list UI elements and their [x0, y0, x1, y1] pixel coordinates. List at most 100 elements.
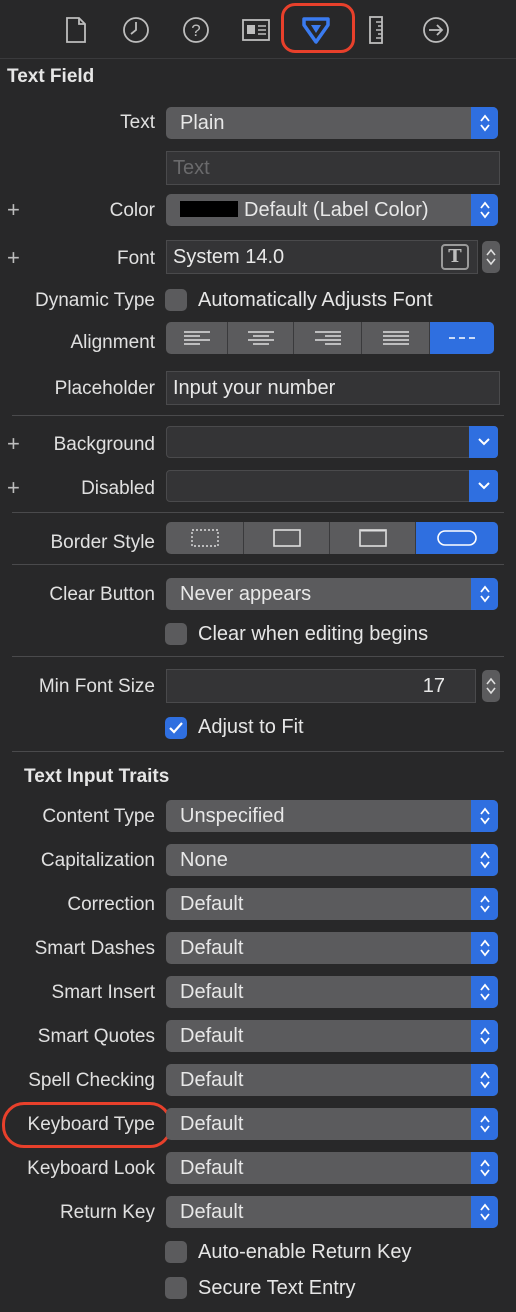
smart-insert-label: Smart Insert — [51, 982, 155, 1003]
font-plus-icon[interactable]: + — [7, 247, 20, 269]
keyboard-type-value: Default — [180, 1113, 244, 1135]
clock-icon[interactable] — [118, 12, 154, 48]
keyboard-look-popup[interactable]: Default — [166, 1152, 498, 1184]
return-key-value: Default — [180, 1201, 244, 1223]
font-label: Font — [116, 248, 155, 269]
clear-button-label: Clear Button — [49, 584, 155, 605]
font-size-stepper[interactable] — [482, 241, 500, 273]
min-font-size-field[interactable]: 17 — [166, 669, 476, 703]
smart-quotes-label: Smart Quotes — [37, 1026, 155, 1047]
align-right-icon[interactable] — [294, 322, 362, 354]
text-field-section-title: Text Field — [7, 66, 95, 87]
text-type-value: Plain — [180, 112, 225, 134]
text-label: Text — [120, 112, 155, 133]
border-none-icon[interactable] — [166, 522, 244, 554]
return-key-popup[interactable]: Default — [166, 1196, 498, 1228]
chevron-updown-icon — [471, 194, 498, 226]
toolbar-divider — [0, 58, 516, 59]
chevron-updown-icon — [471, 1196, 498, 1228]
content-type-value: Unspecified — [180, 805, 285, 827]
chevron-updown-icon — [471, 976, 498, 1008]
placeholder-label: Placeholder — [54, 378, 155, 399]
auto-enable-return-key-checkbox[interactable] — [165, 1241, 187, 1263]
chevron-updown-icon — [471, 800, 498, 832]
ruler-icon[interactable] — [358, 12, 394, 48]
chevron-updown-icon — [471, 1020, 498, 1052]
clear-when-editing-checkbox[interactable] — [165, 623, 187, 645]
border-bezel-icon[interactable] — [330, 522, 416, 554]
background-plus-icon[interactable]: + — [7, 433, 20, 455]
smart-dashes-popup[interactable]: Default — [166, 932, 498, 964]
disabled-image-popup[interactable] — [166, 470, 498, 502]
disabled-plus-icon[interactable]: + — [7, 477, 20, 499]
clear-button-popup[interactable]: Never appears — [166, 578, 498, 610]
chevron-updown-icon — [471, 888, 498, 920]
min-font-size-stepper[interactable] — [482, 670, 500, 702]
chevron-updown-icon — [471, 107, 498, 139]
chevron-updown-icon — [471, 1108, 498, 1140]
help-icon[interactable]: ? — [178, 12, 214, 48]
text-value-field[interactable]: Text — [166, 151, 500, 185]
secure-text-entry-checkbox[interactable] — [165, 1277, 187, 1299]
spell-checking-value: Default — [180, 1069, 244, 1091]
placeholder-field[interactable]: Input your number — [166, 371, 500, 405]
smart-quotes-popup[interactable]: Default — [166, 1020, 498, 1052]
chevron-updown-icon — [471, 932, 498, 964]
adjust-to-fit-label: Adjust to Fit — [198, 716, 304, 738]
auto-adjust-font-checkbox[interactable] — [165, 289, 187, 311]
keyboard-look-value: Default — [180, 1157, 244, 1179]
color-swatch — [180, 201, 238, 218]
text-type-popup[interactable]: Plain — [166, 107, 498, 139]
min-font-size-label: Min Font Size — [38, 676, 155, 697]
clear-when-editing-label: Clear when editing begins — [198, 623, 429, 645]
correction-popup[interactable]: Default — [166, 888, 498, 920]
text-input-traits-section-title: Text Input Traits — [24, 766, 170, 787]
border-style-label: Border Style — [50, 532, 155, 553]
background-label: Background — [53, 434, 155, 455]
smart-quotes-value: Default — [180, 1025, 244, 1047]
align-natural-icon[interactable] — [430, 322, 494, 354]
spell-checking-label: Spell Checking — [28, 1070, 155, 1091]
attributes-icon[interactable] — [298, 12, 334, 48]
border-style-segmented-control[interactable] — [166, 522, 498, 554]
color-label: Color — [109, 200, 155, 221]
capitalization-label: Capitalization — [40, 850, 155, 871]
file-icon[interactable] — [58, 12, 94, 48]
font-field[interactable]: System 14.0 T — [166, 240, 478, 274]
color-popup[interactable]: Default (Label Color) — [166, 194, 498, 226]
divider — [12, 751, 504, 752]
alignment-segmented-control[interactable] — [166, 322, 494, 354]
background-image-popup[interactable] — [166, 426, 498, 458]
connections-icon[interactable] — [418, 12, 454, 48]
chevron-updown-icon — [471, 1152, 498, 1184]
smart-insert-popup[interactable]: Default — [166, 976, 498, 1008]
secure-text-entry-label: Secure Text Entry — [198, 1277, 356, 1299]
keyboard-type-label: Keyboard Type — [27, 1114, 155, 1135]
align-center-icon[interactable] — [228, 322, 294, 354]
content-type-popup[interactable]: Unspecified — [166, 800, 498, 832]
chevron-updown-icon — [471, 578, 498, 610]
smart-dashes-value: Default — [180, 937, 244, 959]
correction-label: Correction — [67, 894, 155, 915]
alignment-label: Alignment — [70, 332, 156, 353]
capitalization-value: None — [180, 849, 228, 871]
color-value: Default (Label Color) — [244, 199, 429, 221]
color-plus-icon[interactable]: + — [7, 199, 20, 221]
adjust-to-fit-checkbox[interactable] — [165, 717, 187, 739]
capitalization-popup[interactable]: None — [166, 844, 498, 876]
auto-adjust-font-label: Automatically Adjusts Font — [198, 289, 433, 311]
divider — [12, 656, 504, 657]
keyboard-look-label: Keyboard Look — [27, 1158, 155, 1179]
divider — [12, 564, 504, 565]
align-left-icon[interactable] — [166, 322, 228, 354]
smart-insert-value: Default — [180, 981, 244, 1003]
border-rounded-icon[interactable] — [416, 522, 498, 554]
font-picker-icon[interactable]: T — [441, 244, 469, 270]
keyboard-type-popup[interactable]: Default — [166, 1108, 498, 1140]
border-line-icon[interactable] — [244, 522, 330, 554]
content-type-label: Content Type — [42, 806, 155, 827]
identity-icon[interactable] — [238, 12, 274, 48]
return-key-label: Return Key — [59, 1202, 155, 1223]
spell-checking-popup[interactable]: Default — [166, 1064, 498, 1096]
align-justify-icon[interactable] — [362, 322, 430, 354]
